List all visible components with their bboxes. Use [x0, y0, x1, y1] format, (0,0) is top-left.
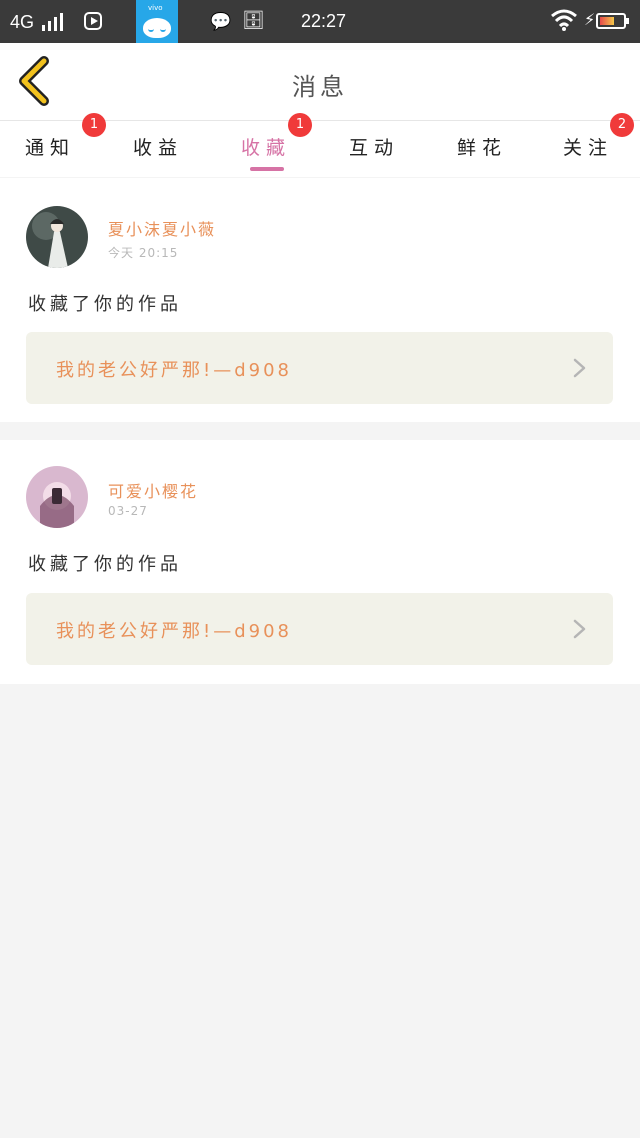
message-time: 03-27	[108, 504, 148, 518]
charging-icon: ⚡	[584, 10, 596, 29]
tab-notifications[interactable]: 通知 1	[10, 113, 106, 177]
message-card: 夏小沫夏小薇 今天 20:15 收藏了你的作品 我的老公好严那!—d908	[0, 178, 640, 422]
nav-header: 消息	[0, 43, 640, 121]
tab-label: 通知	[24, 137, 75, 159]
unread-badge: 1	[82, 113, 106, 137]
tab-earnings[interactable]: 收益	[118, 121, 198, 177]
tab-flowers[interactable]: 鲜花	[442, 121, 522, 177]
unread-badge: 2	[610, 113, 634, 137]
tab-bar: 通知 1 收益 收藏 1 互动 鲜花 关注 2	[0, 113, 640, 177]
clock: 22:27	[301, 11, 347, 31]
avatar[interactable]	[26, 206, 88, 268]
tab-label: 鲜花	[456, 137, 507, 159]
page-title: 消息	[292, 73, 348, 101]
work-title: 我的老公好严那!—d908	[56, 360, 292, 381]
status-bar: 4G vivo 💬 🗄 22:27 ⚡	[0, 0, 640, 43]
tab-label: 互动	[348, 137, 399, 159]
message-time: 今天 20:15	[108, 246, 179, 260]
work-title: 我的老公好严那!—d908	[56, 621, 292, 642]
storage-icon: 🗄	[242, 10, 265, 31]
unread-badge: 1	[288, 113, 312, 137]
avatar[interactable]	[26, 466, 88, 528]
signal-icon	[42, 13, 66, 31]
tab-follow[interactable]: 关注 2	[548, 113, 634, 177]
tab-interaction[interactable]: 互动	[334, 121, 414, 177]
media-play-icon	[84, 12, 102, 30]
network-type: 4G	[10, 12, 35, 32]
vivo-app-icon: vivo	[136, 0, 178, 43]
wifi-icon	[550, 8, 578, 37]
username[interactable]: 夏小沫夏小薇	[108, 216, 216, 240]
username[interactable]: 可爱小樱花	[108, 478, 198, 502]
tab-label: 收益	[132, 137, 183, 159]
tab-favorites-active[interactable]: 收藏 1	[226, 113, 312, 177]
wechat-icon: 💬	[210, 12, 232, 32]
chevron-right-icon	[573, 619, 586, 639]
message-card: 可爱小樱花 03-27 收藏了你的作品 我的老公好严那!—d908	[0, 440, 640, 684]
active-tab-indicator	[250, 167, 284, 171]
vivo-brand-label: vivo	[148, 4, 163, 12]
work-link[interactable]: 我的老公好严那!—d908	[26, 332, 613, 404]
battery-icon	[596, 13, 629, 29]
chevron-right-icon	[573, 358, 586, 378]
action-text: 收藏了你的作品	[28, 554, 182, 575]
action-text: 收藏了你的作品	[28, 294, 182, 315]
work-link[interactable]: 我的老公好严那!—d908	[26, 593, 613, 665]
